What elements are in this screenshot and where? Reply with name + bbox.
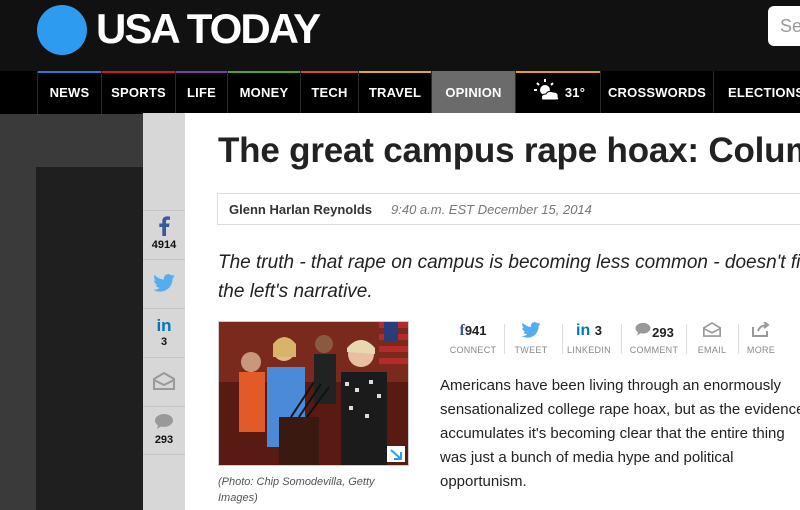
nav-item-crosswords[interactable]: CROSSWORDS	[600, 71, 713, 114]
share-divider	[621, 324, 622, 354]
share-twitter[interactable]: TWEET	[501, 322, 561, 355]
nav-item-life[interactable]: LIFE	[175, 71, 227, 114]
article-dek: The truth - that rape on campus is becom…	[218, 252, 800, 302]
press-conference-image	[219, 322, 408, 465]
nav-item-money[interactable]: MONEY	[227, 71, 300, 114]
nav-item-travel[interactable]: TRAVEL	[358, 71, 431, 114]
article-headline: The great campus rape hoax: Colum	[218, 131, 800, 170]
side-email-share[interactable]	[143, 357, 185, 406]
twitter-icon	[521, 322, 541, 338]
search-input[interactable]: Se	[768, 6, 800, 46]
comment-icon	[155, 414, 173, 429]
main-nav: NEWS SPORTS LIFE MONEY TECH TRAVEL OPINI…	[0, 71, 800, 143]
side-linkedin-share[interactable]: in 3	[143, 308, 185, 357]
twitter-icon	[153, 274, 175, 292]
side-facebook-share[interactable]: 4914	[143, 210, 185, 259]
share-bar: f941 CONNECT TWEET in 3 LINKEDIN 293 COM…	[440, 321, 800, 362]
side-twitter-share[interactable]	[143, 259, 185, 308]
publish-datetime: 9:40 a.m. EST December 15, 2014	[391, 202, 592, 217]
share-linkedin[interactable]: in 3 LINKEDIN	[559, 322, 619, 355]
nav-item-opinion[interactable]: OPINION	[431, 71, 515, 114]
linkedin-count: 3	[160, 336, 168, 348]
nav-item-tech[interactable]: TECH	[300, 71, 358, 114]
article-photo[interactable]	[218, 321, 409, 466]
article-body: Americans have been living through an en…	[440, 377, 800, 490]
linkedin-icon: in	[156, 316, 172, 335]
site-logo[interactable]: USA TODAY	[96, 4, 321, 54]
left-panel	[36, 167, 144, 510]
comment-count: 293	[154, 434, 174, 446]
share-comment[interactable]: 293 COMMENT	[624, 322, 684, 355]
share-facebook[interactable]: f941 CONNECT	[443, 322, 503, 355]
nav-item-sports[interactable]: SPORTS	[101, 71, 175, 114]
nav-item-elections[interactable]: ELECTIONS 2	[713, 71, 800, 143]
nav-item-news[interactable]: NEWS	[37, 71, 101, 114]
social-share-column: 4914 in 3 293	[143, 113, 185, 510]
weather-sun-cloud-icon	[534, 79, 560, 101]
facebook-icon	[159, 216, 170, 236]
email-icon	[153, 371, 175, 390]
share-more[interactable]: MORE	[731, 321, 791, 355]
linkedin-icon: in	[576, 322, 595, 339]
email-icon	[703, 322, 721, 337]
more-icon	[752, 321, 770, 337]
comment-icon	[635, 322, 651, 336]
author-link[interactable]: Glenn Harlan Reynolds	[229, 202, 372, 217]
side-comment-share[interactable]: 293	[143, 406, 185, 455]
facebook-count: 4914	[151, 239, 177, 251]
logo-circle-icon[interactable]	[37, 5, 87, 55]
top-header: USA TODAY Se	[0, 0, 800, 71]
photo-caption: (Photo: Chip Somodevilla, Getty Images)	[218, 476, 375, 504]
